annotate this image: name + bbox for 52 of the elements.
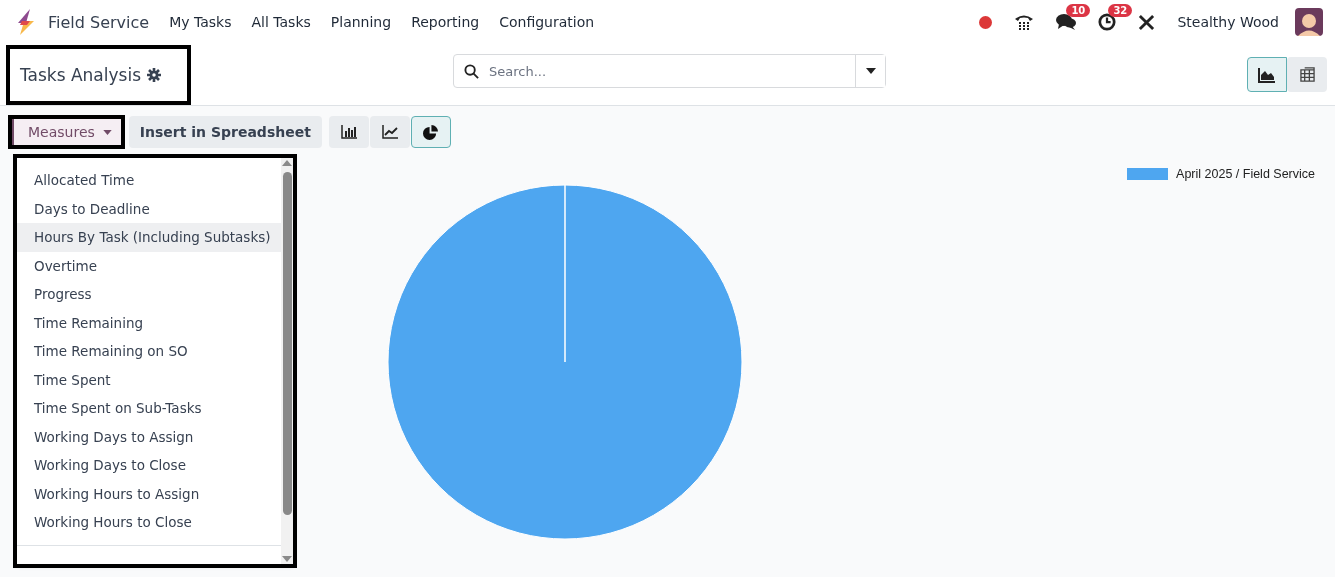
search-icon	[464, 63, 479, 79]
notification-badge: 10	[1066, 4, 1091, 17]
measure-option[interactable]: Time Spent on Sub-Tasks	[17, 394, 281, 423]
measure-option[interactable]: Overtime	[17, 251, 281, 280]
pie-chart-button[interactable]	[410, 116, 451, 148]
clock-icon[interactable]	[1098, 13, 1117, 31]
graph-view-button[interactable]	[1247, 57, 1287, 92]
page-title: Tasks Analysis	[20, 64, 141, 85]
chat-icon[interactable]	[1056, 13, 1077, 31]
search-field[interactable]: Search...	[453, 54, 886, 88]
bar-chart-icon	[340, 125, 357, 139]
legend-label[interactable]: April 2025 / Field Service	[1176, 167, 1315, 181]
measure-option[interactable]: Days to Deadline	[17, 194, 281, 223]
measure-option[interactable]: Progress	[17, 280, 281, 309]
menu-item[interactable]: Planning	[330, 14, 392, 30]
notification-badge: 32	[1108, 4, 1133, 17]
menu-item[interactable]: Reporting	[411, 14, 480, 30]
measure-option[interactable]: Time Spent	[17, 365, 281, 394]
pie-chart-icon	[423, 124, 439, 140]
pivot-view-button[interactable]	[1287, 57, 1327, 92]
measures-dropdown-button[interactable]: Measures	[12, 119, 121, 145]
measure-option[interactable]: Working Days to Assign	[17, 422, 281, 451]
table-icon	[1299, 67, 1315, 82]
measure-option[interactable]: Working Hours to Assign	[17, 479, 281, 508]
bar-chart-button[interactable]	[328, 116, 369, 148]
measure-option[interactable]: Time Remaining	[17, 308, 281, 337]
user-name[interactable]: Stealthy Wood	[1177, 14, 1279, 30]
phone-icon[interactable]	[1014, 13, 1035, 31]
app-name[interactable]: Field Service	[48, 12, 150, 32]
caret-icon	[102, 129, 112, 135]
menu-item[interactable]: Configuration	[499, 14, 595, 30]
menu-item[interactable]: All Tasks	[251, 14, 311, 30]
area-chart-icon	[1258, 66, 1276, 83]
measure-option[interactable]: Hours By Task (Including Subtasks)	[17, 223, 281, 252]
search-options-button[interactable]	[855, 55, 885, 87]
scrollbar[interactable]	[281, 158, 293, 564]
app-logo-icon[interactable]	[16, 9, 36, 35]
status-dot-icon[interactable]	[979, 15, 993, 29]
settings-icon[interactable]	[147, 67, 161, 82]
measure-option[interactable]: Working Days to Close	[17, 451, 281, 480]
search-input[interactable]: Search...	[487, 62, 847, 80]
measure-option[interactable]: Working Hours to Close	[17, 508, 281, 537]
caret-icon	[865, 68, 876, 74]
measure-option[interactable]: Time Remaining on SO	[17, 337, 281, 366]
measure-option[interactable]: Allocated Time	[17, 166, 281, 195]
menu-item[interactable]: My Tasks	[169, 14, 232, 30]
scroll-down-arrow-icon[interactable]	[282, 556, 292, 562]
line-chart-icon	[381, 125, 398, 139]
line-chart-button[interactable]	[369, 116, 410, 148]
user-avatar[interactable]	[1295, 8, 1323, 36]
scroll-up-arrow-icon[interactable]	[282, 160, 292, 166]
insert-spreadsheet-button[interactable]: Insert in Spreadsheet	[128, 116, 322, 148]
